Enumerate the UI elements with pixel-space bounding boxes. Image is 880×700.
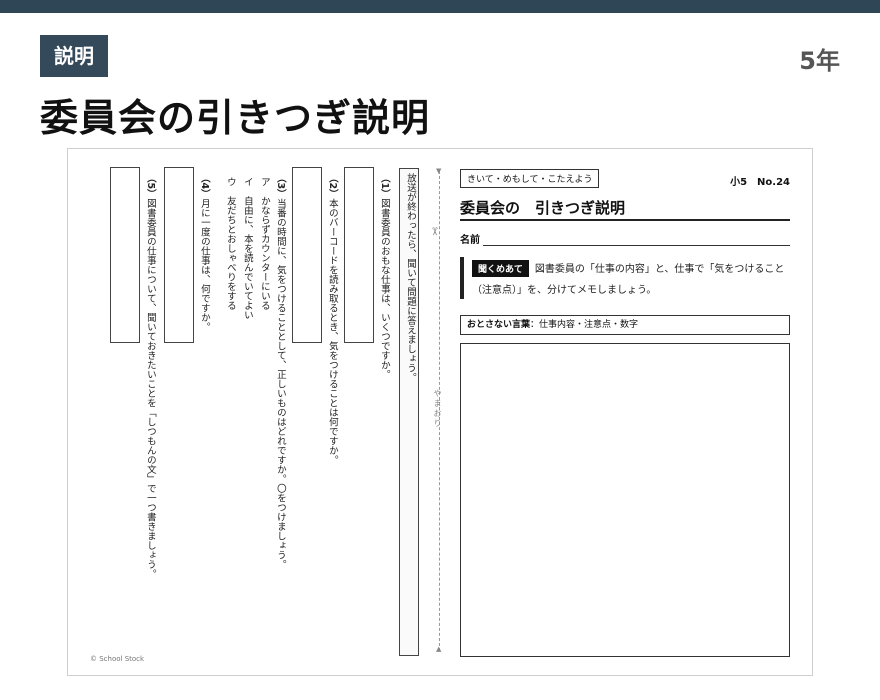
memo-box [460,343,790,657]
category-tag: 説明 [40,35,108,77]
sheet-number: 小5 No.24 [730,177,790,188]
question-5: （5）図書委員の仕事について、聞いておきたいことを「しつもんの文」で一つ書きまし… [144,173,156,579]
scissors-icon: ✂ [428,226,442,237]
fold-label: やまおり [433,389,442,429]
answer-box-4 [164,167,194,343]
answer-box-2 [292,167,322,343]
question-3: （3）当番の時間に、気をつけることとして、正しいものはどれですか。〇をつけましょ… [274,173,286,570]
title-rule [460,219,790,221]
answer-box-1 [344,167,374,343]
name-line [483,245,790,246]
worksheet-image: （1）図書委員のおもな仕事は、いくつですか。 （2）本のバーコードを読み取るとき… [67,148,813,676]
listening-goal-tag: 聞くめあて [472,260,529,277]
choice-u: ウ 友だちとおしゃべりをする [224,177,236,310]
content-card: 説明 5年 委員会の引きつぎ説明 （1）図書委員のおもな仕事は、いくつですか。 … [0,13,880,700]
activity-tag: きいて・めもして・こたえよう [460,169,600,188]
answer-box-5 [110,167,140,343]
keywords-label: おとさない言葉 [467,320,531,330]
sheet-title: 委員会の 引きつぎ説明 [460,199,626,217]
listening-goal: 聞くめあて 図書委員の「仕事の内容」と、仕事で「気をつけること（注意点）」を、分け… [460,257,790,299]
question-4: （4）月に一度の仕事は、何ですか。 [198,173,210,332]
choice-i: イ 自由に、本を読んでいてよい [241,177,253,320]
keywords-text: ：仕事内容・注意点・数字 [530,320,639,330]
top-bar [0,0,880,13]
choice-a: ア かならずカウンターにいる [258,177,270,310]
keywords-box: おとさない言葉：仕事内容・注意点・数字 [460,315,790,335]
question-1: （1）図書委員のおもな仕事は、いくつですか。 [378,173,390,380]
page-title: 委員会の引きつぎ説明 [40,96,431,140]
grade-label: 5年 [799,47,840,75]
instruction-text: 放送が終わったら、聞いて問題に答えましょう。 [405,173,416,382]
question-2: （2）本のバーコードを読み取るとき、気をつけることは何ですか。 [326,173,338,465]
fold-arrow-top-icon: ▼ [436,167,442,175]
copyright: © School Stock [90,655,145,663]
name-label: 名前 [460,235,480,246]
fold-arrow-bottom-icon: ▲ [436,645,442,653]
